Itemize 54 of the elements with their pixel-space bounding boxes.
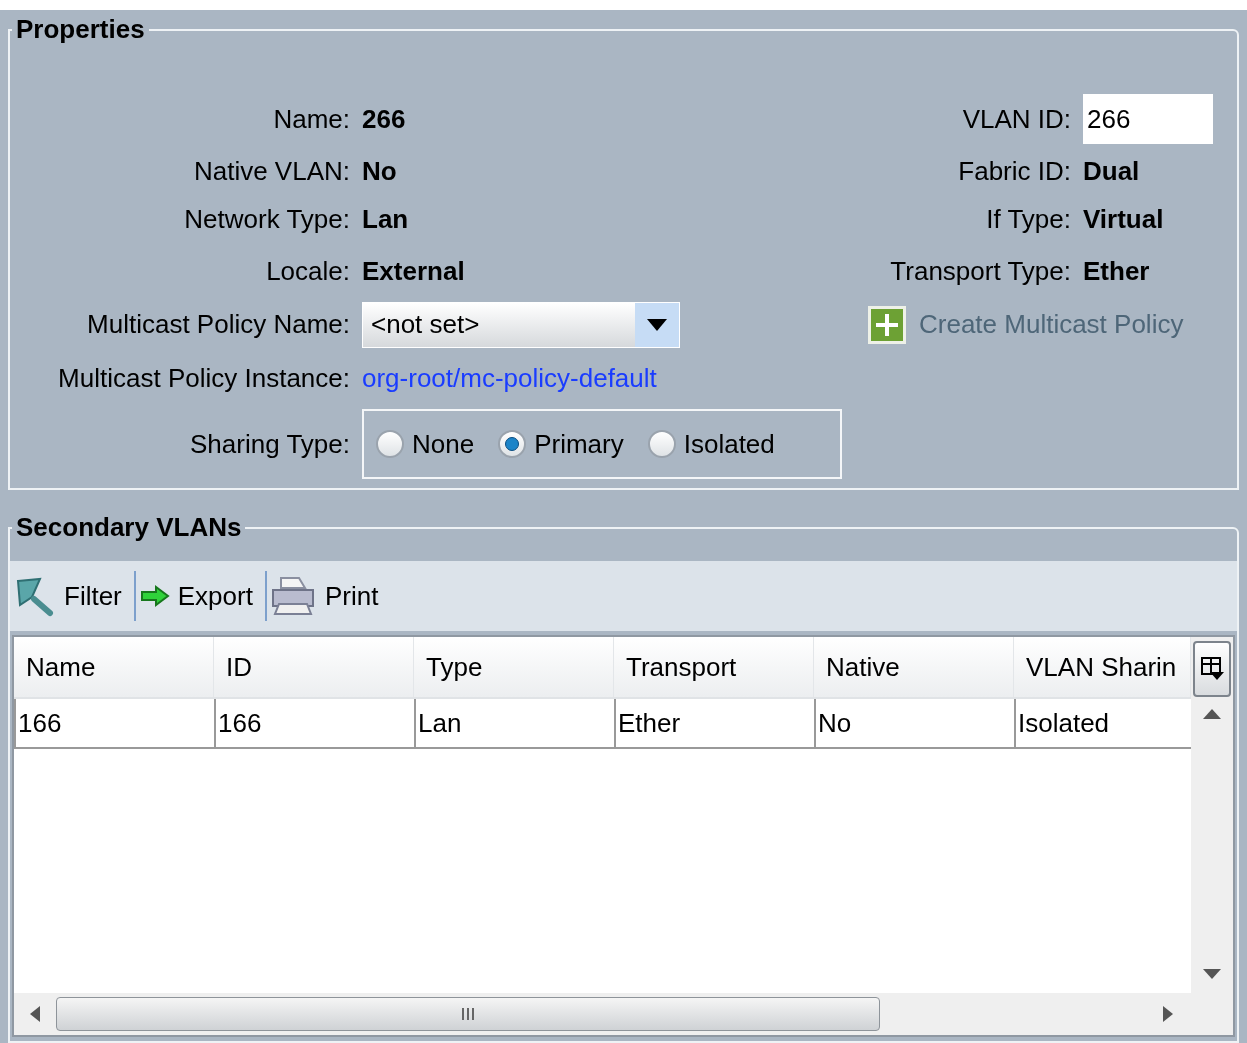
column-chooser-button[interactable] xyxy=(1193,641,1231,697)
field-label: Multicast Policy Name: xyxy=(86,308,351,341)
field-label: Network Type: xyxy=(183,202,351,236)
scroll-left-icon[interactable] xyxy=(30,1006,40,1022)
scroll-down-icon[interactable] xyxy=(1203,969,1221,979)
column-header[interactable]: Name xyxy=(14,637,214,697)
field-value: No xyxy=(362,154,397,188)
field-label: Multicast Policy Instance: xyxy=(57,361,351,395)
vlan-id-field[interactable]: 266 xyxy=(1083,94,1213,144)
funnel-icon xyxy=(14,575,56,617)
toolbar-button[interactable]: Filter xyxy=(14,575,130,617)
column-header[interactable]: Type xyxy=(414,637,614,697)
radio-label: None xyxy=(412,427,475,461)
field-value: 266 xyxy=(362,102,406,136)
field-value: Dual xyxy=(1083,154,1140,188)
section-title: Properties xyxy=(15,13,146,46)
radio-label: Primary xyxy=(534,427,624,461)
radio-button[interactable] xyxy=(376,430,404,458)
field-label: If Type: xyxy=(985,202,1072,236)
printer-icon xyxy=(270,576,317,616)
field-label: Name: xyxy=(272,102,351,136)
toolbar-button[interactable]: Export xyxy=(139,576,261,616)
scroll-thumb[interactable] xyxy=(56,997,880,1031)
table-cell: Ether xyxy=(614,699,814,747)
field-value: Ether xyxy=(1083,254,1150,288)
column-header[interactable]: Transport xyxy=(614,637,814,697)
scroll-up-icon[interactable] xyxy=(1203,709,1221,719)
field-label: Locale: xyxy=(265,254,351,288)
radio-button[interactable] xyxy=(647,430,676,458)
field-value: Lan xyxy=(362,202,409,236)
field-value: Virtual xyxy=(1083,202,1164,236)
field-label: Fabric ID: xyxy=(957,154,1072,188)
table-cell: No xyxy=(814,699,1014,747)
table-cell: 166 xyxy=(214,699,414,747)
toolbar-button[interactable]: Print xyxy=(270,576,387,616)
radio-label: Isolated xyxy=(683,427,775,461)
table-cell: Lan xyxy=(414,699,614,747)
radio-button[interactable] xyxy=(498,430,527,458)
field-label: Transport Type: xyxy=(890,254,1072,288)
horizontal-scrollbar[interactable] xyxy=(14,993,1233,1035)
field-label: VLAN ID: xyxy=(961,102,1072,136)
scroll-right-icon[interactable] xyxy=(1163,1006,1173,1022)
table-cell: 166 xyxy=(14,699,214,747)
table-icon xyxy=(1200,656,1224,682)
policy-dropdown[interactable]: <not set> xyxy=(362,301,680,348)
field-label: Sharing Type: xyxy=(189,427,351,461)
plus-icon xyxy=(867,304,907,345)
section-title: Secondary VLANs xyxy=(15,511,243,544)
grip-icon xyxy=(460,1007,476,1021)
arrow-icon xyxy=(139,585,170,607)
column-header[interactable]: ID xyxy=(214,637,414,697)
column-header[interactable]: Native xyxy=(814,637,1014,697)
field-label: Native VLAN: xyxy=(192,154,351,188)
field-value: External xyxy=(362,254,465,288)
